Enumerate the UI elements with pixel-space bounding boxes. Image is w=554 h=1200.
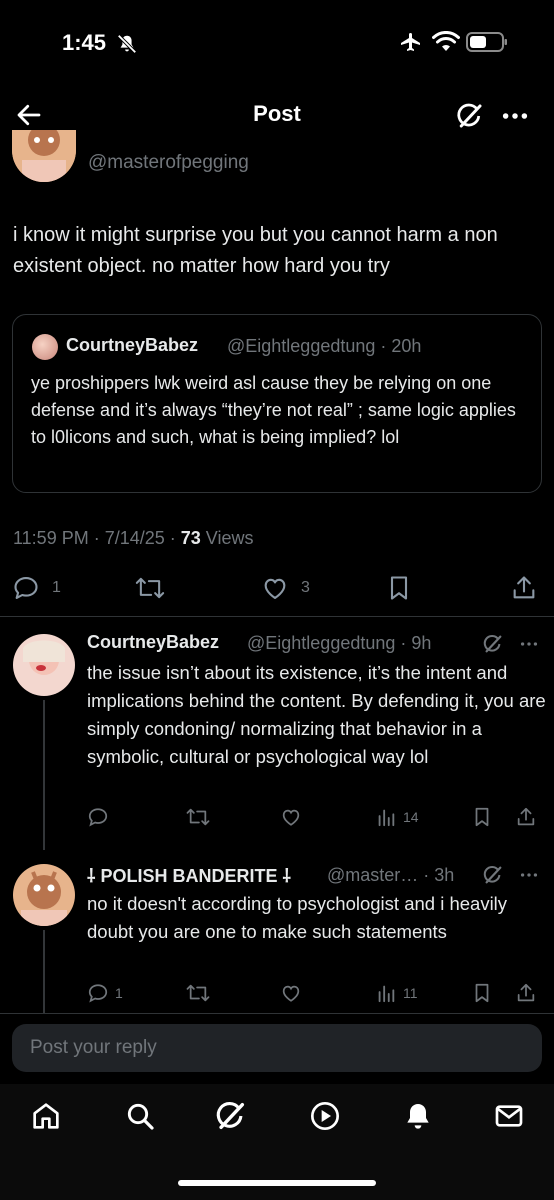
more-icon[interactable] [500, 101, 530, 131]
thread-line [43, 700, 45, 850]
play-icon[interactable] [309, 1100, 341, 1132]
thread-line [43, 930, 45, 1014]
post-text: i know it might surprise you but you can… [13, 224, 498, 277]
repost-icon[interactable] [134, 574, 166, 602]
grok-icon[interactable] [214, 1099, 248, 1133]
views-icon[interactable] [375, 806, 397, 828]
views-icon[interactable] [375, 982, 397, 1004]
reply-count: 1 [52, 579, 61, 596]
share-icon[interactable] [515, 982, 537, 1004]
views-count: 11 [403, 985, 418, 1001]
views-label: Views [200, 528, 254, 548]
search-icon[interactable] [124, 1100, 156, 1132]
reply-icon[interactable] [87, 982, 109, 1004]
more-icon[interactable] [518, 633, 540, 655]
repost-icon[interactable] [185, 982, 211, 1004]
home-indicator [178, 1180, 376, 1186]
share-icon[interactable] [515, 806, 537, 828]
avatar[interactable] [13, 634, 75, 696]
reply-placeholder: Post your reply [30, 1037, 157, 1058]
wifi-icon [432, 31, 460, 53]
reply-icon[interactable] [87, 806, 109, 828]
author-handle[interactable]: @masterofpegging [88, 152, 249, 174]
reply-author-name[interactable]: CourtneyBabez [87, 632, 219, 653]
quote-author-name: CourtneyBabez [66, 335, 199, 355]
avatar[interactable] [12, 130, 76, 182]
reply-text: no it doesn't according to psychologist … [87, 893, 508, 942]
bell-off-icon [116, 33, 138, 55]
divider [0, 1013, 554, 1014]
grok-icon[interactable] [455, 101, 485, 131]
like-icon[interactable] [279, 982, 303, 1004]
like-icon[interactable] [279, 806, 303, 828]
quote-author-handle: @Eightleggedtung · 20h [227, 336, 422, 356]
bookmark-icon[interactable] [471, 982, 493, 1004]
like-icon[interactable] [260, 574, 290, 602]
reply-icon[interactable] [12, 574, 40, 602]
status-time: 1:45 [62, 30, 107, 55]
grok-icon[interactable] [482, 633, 504, 655]
reply-author-name[interactable]: ⸸ POLISH BANDERITE ⸸ [87, 864, 291, 888]
quote-text: ye proshippers lwk weird asl cause they … [31, 373, 516, 447]
grok-icon[interactable] [482, 864, 504, 886]
reply-author-handle: @Eightleggedtung · 9h [247, 633, 432, 653]
home-icon[interactable] [30, 1100, 62, 1132]
battery-icon [466, 32, 508, 52]
avatar [32, 334, 58, 360]
bookmark-icon[interactable] [385, 574, 413, 602]
like-count: 3 [301, 579, 310, 596]
bookmark-icon[interactable] [471, 806, 493, 828]
reply-count: 1 [115, 985, 123, 1001]
views-count: 73 [180, 528, 201, 548]
avatar[interactable] [13, 864, 75, 926]
repost-icon[interactable] [185, 806, 211, 828]
reply-author-handle: @master… · 3h [327, 865, 455, 885]
reply-text: the issue isn’t about its existence, it’… [87, 662, 546, 767]
more-icon[interactable] [518, 864, 540, 886]
bell-icon[interactable] [402, 1100, 434, 1132]
airplane-icon [398, 31, 424, 55]
mail-icon[interactable] [493, 1100, 525, 1132]
post-timestamp: 11:59 PM · 7/14/25 · [13, 528, 181, 548]
share-icon[interactable] [510, 574, 538, 602]
post-meta: 11:59 PM · 7/14/25 · 73 Views [13, 528, 254, 549]
divider [0, 616, 554, 617]
views-count: 14 [403, 809, 419, 825]
